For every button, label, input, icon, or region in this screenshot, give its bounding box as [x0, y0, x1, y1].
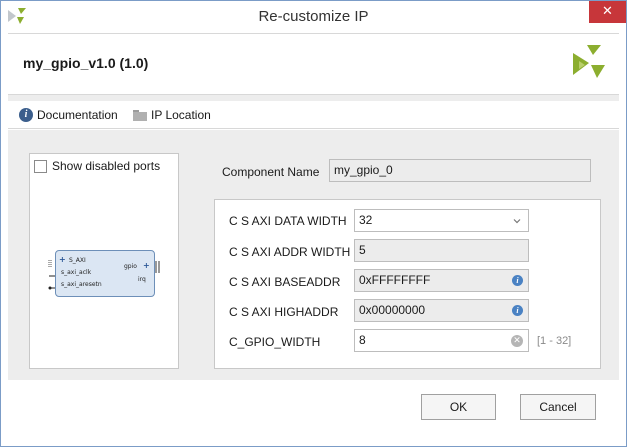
documentation-label: Documentation [37, 108, 118, 122]
param-label-data-width: C S AXI DATA WIDTH [229, 214, 347, 228]
port-irq: irq [138, 276, 146, 283]
toolbar: i Documentation IP Location [8, 101, 619, 129]
s-axi-expand-icon[interactable]: + [59, 255, 66, 264]
folder-icon [133, 109, 147, 121]
baseaddr-value: 0xFFFFFFFF [359, 273, 431, 287]
window-title: Re-customize IP [258, 8, 369, 25]
highaddr-value: 0x00000000 [359, 303, 426, 317]
port-s-axi: S_AXI [69, 257, 86, 264]
addr-width-field[interactable]: 5 [354, 239, 529, 262]
ip-location-label: IP Location [151, 108, 211, 122]
ip-name: my_gpio_v1.0 (1.0) [23, 55, 149, 71]
show-disabled-ports-label: Show disabled ports [52, 159, 161, 173]
component-name-input[interactable]: my_gpio_0 [329, 159, 591, 182]
ip-location-link[interactable]: IP Location [133, 107, 211, 123]
gpio-expand-icon[interactable]: + [143, 261, 150, 270]
title-bar[interactable]: Re-customize IP ✕ [1, 1, 626, 32]
param-label-addr-width: C S AXI ADDR WIDTH [229, 245, 351, 259]
symbol-panel: Show disabled ports + S_AXI s_axi_aclk s… [29, 153, 179, 369]
documentation-link[interactable]: i Documentation [19, 107, 118, 123]
clear-icon[interactable]: ✕ [511, 335, 523, 347]
ip-header: my_gpio_v1.0 (1.0) [8, 33, 619, 95]
ip-block-symbol: + S_AXI s_axi_aclk s_axi_aresetn gpio + … [55, 250, 155, 297]
data-width-dropdown[interactable]: 32 [354, 209, 529, 232]
port-s-axi-aresetn: s_axi_aresetn [61, 281, 102, 288]
gpio-width-value: 8 [359, 333, 366, 347]
vivado-logo-icon [573, 45, 605, 78]
data-width-value: 32 [359, 213, 373, 227]
gpio-width-range: [1 - 32] [537, 335, 572, 347]
ok-button[interactable]: OK [421, 394, 496, 420]
chevron-down-icon [513, 219, 521, 224]
component-name-label: Component Name [222, 165, 320, 179]
input-pins [48, 260, 55, 290]
close-button[interactable]: ✕ [589, 1, 626, 23]
param-label-highaddr: C S AXI HIGHADDR [229, 305, 339, 319]
port-s-axi-aclk: s_axi_aclk [61, 269, 92, 276]
cancel-button[interactable]: Cancel [520, 394, 596, 420]
close-icon: ✕ [602, 4, 613, 19]
param-label-gpio-width: C_GPIO_WIDTH [229, 335, 321, 349]
baseaddr-field[interactable]: 0xFFFFFFFF i [354, 269, 529, 292]
show-disabled-ports-checkbox[interactable] [34, 160, 47, 173]
param-label-baseaddr: C S AXI BASEADDR [229, 275, 341, 289]
gpio-width-input[interactable]: 8 ✕ [354, 329, 529, 352]
port-gpio: gpio [124, 263, 137, 270]
gpio-bus-pins [155, 261, 160, 273]
baseaddr-info-icon[interactable]: i [512, 275, 523, 286]
info-icon: i [19, 108, 33, 122]
highaddr-field[interactable]: 0x00000000 i [354, 299, 529, 322]
highaddr-info-icon[interactable]: i [512, 305, 523, 316]
recustomize-ip-dialog: Re-customize IP ✕ my_gpio_v1.0 (1.0) i D… [0, 0, 627, 447]
